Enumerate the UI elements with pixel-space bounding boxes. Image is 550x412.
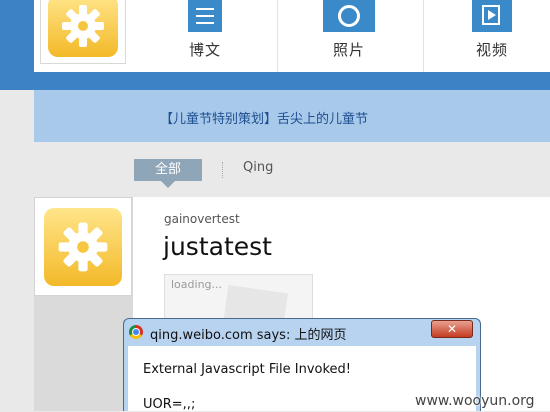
nav-videos-label: 视频 <box>475 41 508 59</box>
nav-divider <box>423 0 424 72</box>
tab-divider <box>222 162 223 178</box>
nav-blog[interactable]: 博文 <box>155 0 255 72</box>
profile-avatar[interactable] <box>40 0 126 64</box>
gear-icon <box>44 207 122 286</box>
alert-dialog-title: qing.weibo.com says: 上的网页 <box>150 328 347 343</box>
nav-photos[interactable]: 照片 <box>299 0 399 72</box>
chrome-icon <box>129 325 143 339</box>
nav-photos-label: 照片 <box>332 41 365 59</box>
menu-icon <box>188 0 222 32</box>
post-title[interactable]: justatest <box>163 232 272 261</box>
nav-videos[interactable]: 视频 <box>442 0 542 72</box>
alert-detail: UOR=,,; <box>143 397 196 412</box>
image-loading-text: loading... <box>171 278 223 291</box>
post-avatar[interactable] <box>34 197 132 296</box>
post-username[interactable]: gainovertest <box>164 212 240 226</box>
play-icon <box>472 0 512 32</box>
watermark: www.wooyun.org <box>415 393 535 409</box>
close-button[interactable]: ✕ <box>431 320 473 338</box>
alert-message: External Javascript File Invoked! <box>143 362 352 377</box>
tab-all[interactable]: 全部 <box>134 159 202 181</box>
tab-qing[interactable]: Qing <box>243 160 273 175</box>
tab-active-indicator <box>161 181 175 188</box>
gear-icon <box>48 0 118 57</box>
camera-icon <box>323 0 375 32</box>
promo-banner-link[interactable]: 【儿童节特别策划】舌尖上的儿童节 <box>160 108 368 127</box>
nav-divider <box>277 0 278 72</box>
nav-blog-label: 博文 <box>188 41 221 59</box>
